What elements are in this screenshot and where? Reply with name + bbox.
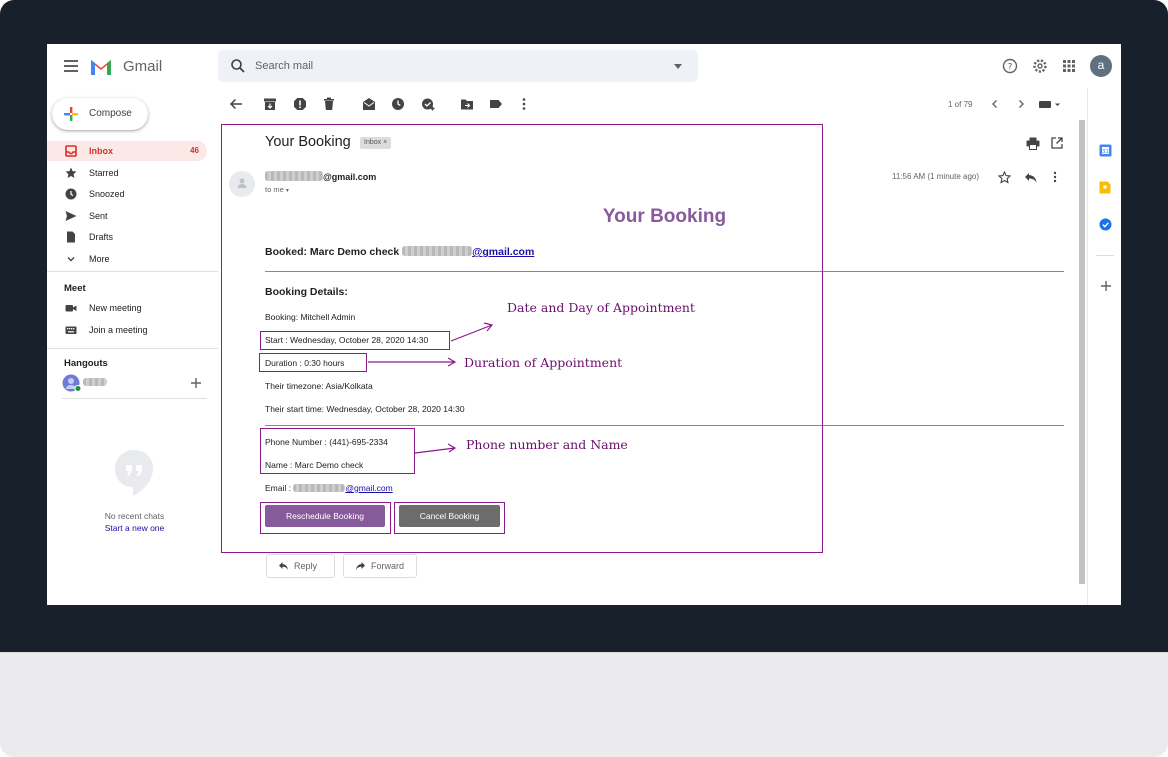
annotation-arrow-duration bbox=[368, 357, 457, 367]
annotation-label-duration: Duration of Appointment bbox=[464, 355, 623, 370]
annotation-label-phone-name: Phone number and Name bbox=[466, 437, 628, 452]
annotation-arrows bbox=[368, 322, 494, 454]
annotation-arrow-date bbox=[450, 322, 494, 342]
annotation-label-date-day: Date and Day of Appointment bbox=[507, 300, 695, 315]
annotation-arrow-phone bbox=[414, 443, 457, 454]
